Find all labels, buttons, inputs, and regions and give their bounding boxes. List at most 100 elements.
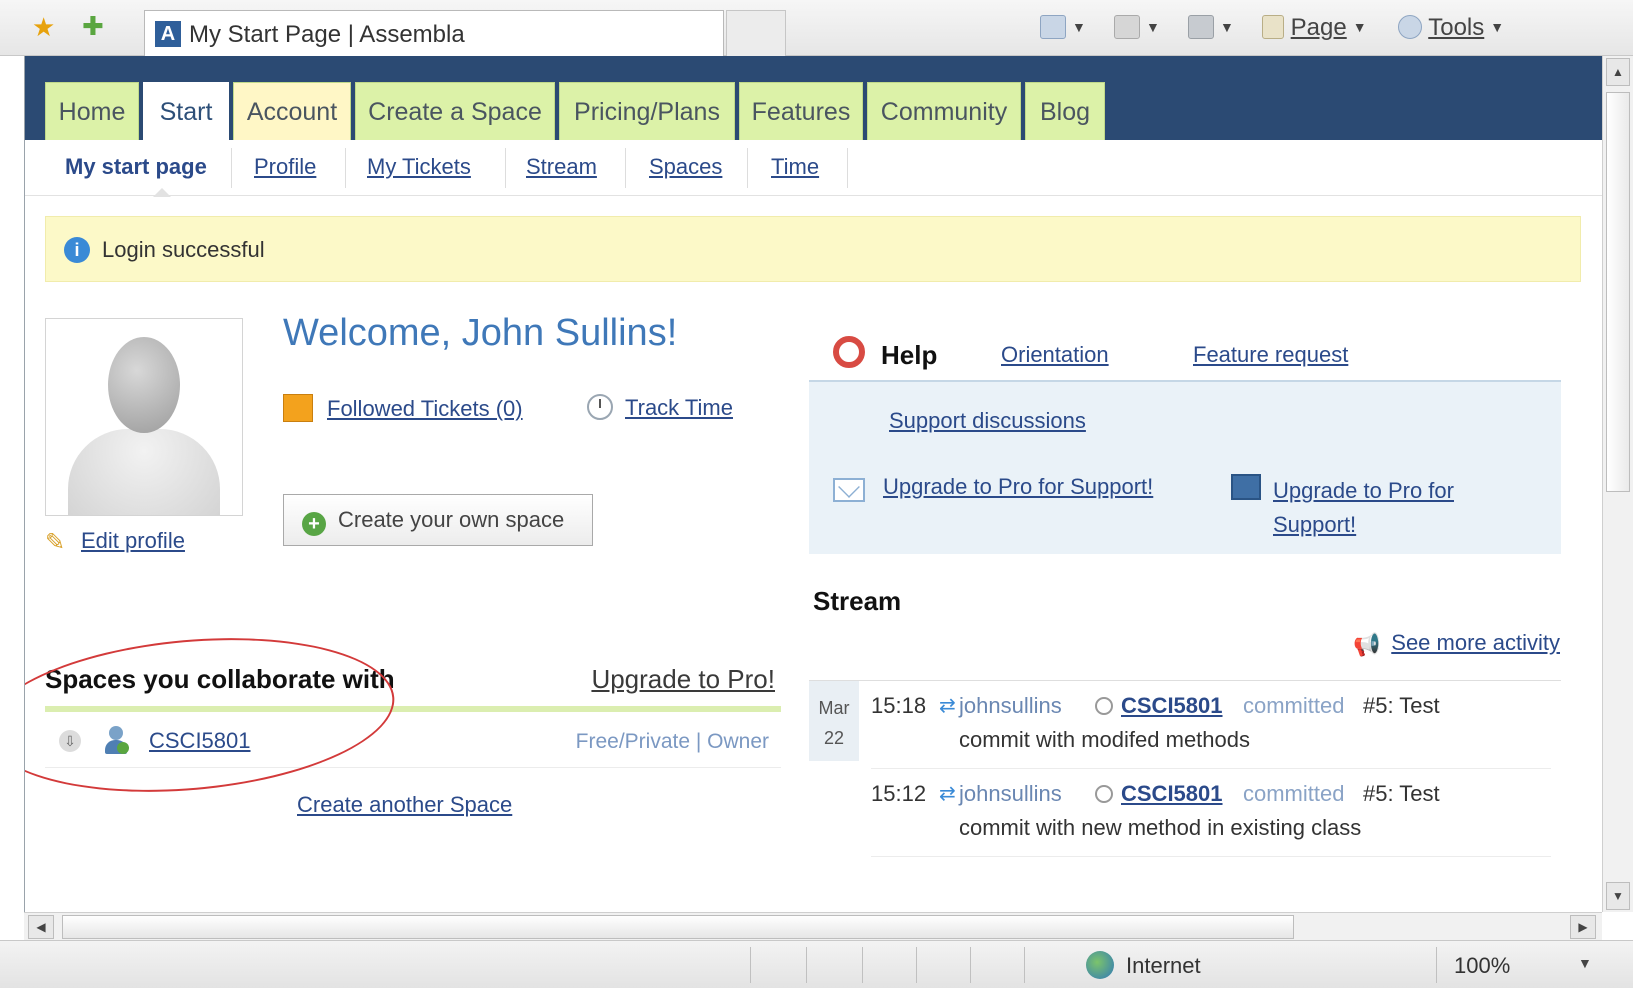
stream-title: Stream <box>813 586 902 616</box>
page-menu[interactable]: Page ▼ <box>1262 12 1367 42</box>
tab-home[interactable]: Home <box>45 82 139 140</box>
subnav-spaces[interactable]: Spaces <box>649 154 722 180</box>
subnav-time[interactable]: Time <box>771 154 819 180</box>
event-number[interactable]: #5: Test <box>1363 781 1440 807</box>
browser-tab[interactable]: A My Start Page | Assembla <box>144 10 724 56</box>
status-divider <box>862 947 863 983</box>
upgrade-to-pro-link[interactable]: Upgrade to Pro! <box>591 664 775 695</box>
event-time: 15:12 <box>871 781 927 806</box>
pencil-icon: ✎ <box>45 529 66 556</box>
feature-request-link[interactable]: Feature request <box>1193 342 1348 368</box>
event-verb: committed <box>1243 781 1345 806</box>
event-number[interactable]: #5: Test <box>1363 693 1440 719</box>
spaces-header: Spaces you collaborate with Upgrade to P… <box>45 656 781 712</box>
orientation-link[interactable]: Orientation <box>1001 342 1109 368</box>
subnav-divider <box>231 148 232 188</box>
scroll-left-icon[interactable]: ◀ <box>28 915 54 939</box>
feed-icon <box>1114 15 1140 39</box>
sub-navigation: My start page Profile My Tickets Stream … <box>25 140 1602 197</box>
scroll-down-icon[interactable]: ▼ <box>1606 882 1630 910</box>
tools-menu[interactable]: Tools ▼ <box>1398 12 1504 42</box>
plus-icon: + <box>302 512 326 536</box>
sync-icon: ⇄ <box>939 695 956 717</box>
zoom-level[interactable]: 100% <box>1454 953 1510 979</box>
tab-account[interactable]: Account <box>233 82 351 140</box>
star-icon[interactable]: ★ <box>32 14 58 40</box>
chevron-down-icon: ▼ <box>1352 19 1367 35</box>
create-another-space-link[interactable]: Create another Space <box>297 792 512 818</box>
status-divider <box>1024 947 1025 983</box>
print-button[interactable]: ▼ <box>1188 12 1234 42</box>
screen-icon <box>1231 474 1261 500</box>
feeds-button[interactable]: ▼ <box>1114 12 1160 42</box>
security-zone[interactable]: Internet <box>1126 953 1201 979</box>
event-time: 15:18 <box>871 693 927 718</box>
flash-text: Login successful <box>102 237 265 262</box>
event-detail: commit with modifed methods <box>959 727 1250 752</box>
event-user[interactable]: johnsullins <box>959 781 1062 807</box>
flash-message: i Login successful <box>45 216 1581 282</box>
tab-community[interactable]: Community <box>867 82 1021 140</box>
date-day: 22 <box>823 728 845 748</box>
new-tab-button[interactable] <box>726 10 786 56</box>
event-space-link[interactable]: CSCI5801 <box>1121 781 1223 807</box>
help-title: Help <box>881 340 938 370</box>
mail-icon <box>833 478 865 502</box>
edit-profile-link[interactable]: ✎ Edit profile <box>45 528 185 556</box>
chevron-down-icon: ▼ <box>1220 19 1234 35</box>
upgrade-support-link-2[interactable]: Upgrade to Pro for Support! <box>1273 474 1493 542</box>
chevron-down-icon: ▼ <box>1146 19 1160 35</box>
help-header: Help Orientation Feature request <box>809 324 1561 376</box>
scroll-up-icon[interactable]: ▲ <box>1606 58 1630 86</box>
status-divider <box>970 947 971 983</box>
horizontal-scrollbar[interactable]: ◀ ▶ <box>24 912 1602 940</box>
subnav-my-tickets[interactable]: My Tickets <box>367 154 471 180</box>
space-name-link[interactable]: CSCI5801 <box>149 728 251 754</box>
home-button[interactable]: ▼ <box>1040 12 1086 42</box>
followed-tickets-link[interactable]: Followed Tickets (0) <box>283 394 523 422</box>
welcome-heading: Welcome, John Sullins! <box>283 312 678 354</box>
status-divider <box>806 947 807 983</box>
red-annotation-circle <box>25 622 401 808</box>
date-month: Mar <box>818 698 850 718</box>
horizontal-scroll-thumb[interactable] <box>62 915 1294 939</box>
tab-features[interactable]: Features <box>739 82 863 140</box>
subnav-stream[interactable]: Stream <box>526 154 597 180</box>
download-icon[interactable]: ⇩ <box>59 730 81 752</box>
page-icon <box>1262 15 1284 39</box>
status-divider <box>916 947 917 983</box>
tab-blog[interactable]: Blog <box>1025 82 1105 140</box>
add-favorite-icon[interactable]: ✚ <box>82 12 110 40</box>
create-space-button[interactable]: + Create your own space <box>283 494 593 546</box>
track-time-link[interactable]: Track Time <box>587 394 733 421</box>
see-more-activity-link[interactable]: 📢 See more activity <box>1353 630 1560 657</box>
tab-pricing-plans[interactable]: Pricing/Plans <box>559 82 735 140</box>
page-viewport: Home Start Account Create a Space Pricin… <box>24 56 1602 912</box>
event-user[interactable]: johnsullins <box>959 693 1062 719</box>
vertical-scrollbar[interactable]: ▲ ▼ <box>1602 56 1633 912</box>
event-verb: committed <box>1243 693 1345 718</box>
see-more-label: See more activity <box>1391 630 1560 655</box>
tab-start[interactable]: Start <box>143 82 229 140</box>
scroll-right-icon[interactable]: ▶ <box>1570 915 1596 939</box>
chevron-down-icon[interactable]: ▼ <box>1578 955 1592 971</box>
home-icon <box>1040 15 1066 39</box>
command-bar: ★ ✚ A My Start Page | Assembla ▼ ▼ ▼ Pag… <box>0 0 1633 56</box>
subnav-my-start-page[interactable]: My start page <box>65 154 207 180</box>
avatar[interactable] <box>45 318 243 516</box>
tab-create-a-space[interactable]: Create a Space <box>355 82 555 140</box>
folder-icon <box>283 394 313 422</box>
vertical-scroll-thumb[interactable] <box>1606 92 1630 492</box>
clock-icon <box>587 394 613 420</box>
subnav-pointer <box>153 188 171 197</box>
support-discussions-link[interactable]: Support discussions <box>889 408 1086 434</box>
upgrade-support-link[interactable]: Upgrade to Pro for Support! <box>883 474 1153 500</box>
subnav-divider <box>625 148 626 188</box>
subnav-profile[interactable]: Profile <box>254 154 316 180</box>
user-icon <box>103 726 129 756</box>
stream-event: 15:12 ⇄ johnsullins CSCI5801 committed #… <box>871 769 1551 857</box>
space-row: ⇩ CSCI5801 Free/Private | Owner <box>45 716 781 768</box>
create-space-label: Create your own space <box>338 507 565 532</box>
event-space-link[interactable]: CSCI5801 <box>1121 693 1223 719</box>
subnav-divider <box>747 148 748 188</box>
